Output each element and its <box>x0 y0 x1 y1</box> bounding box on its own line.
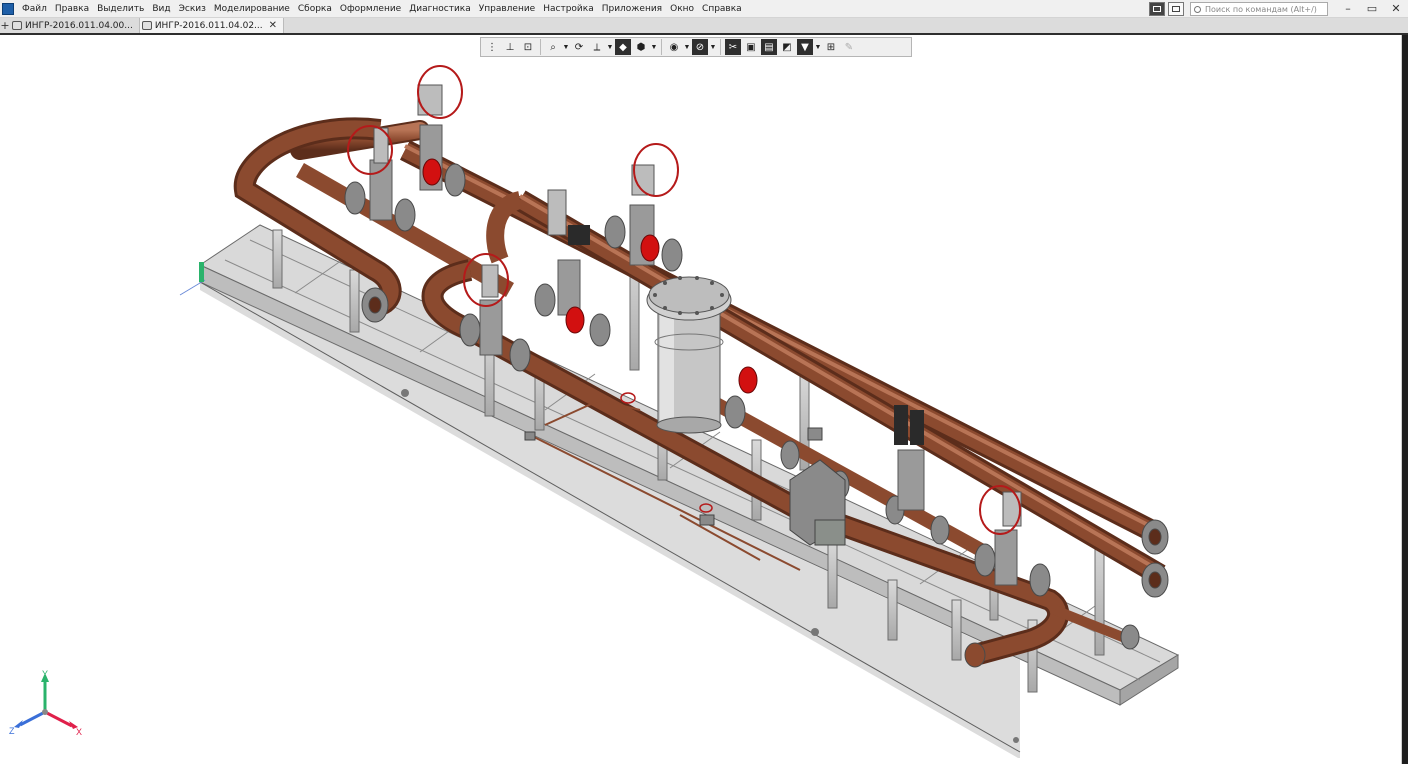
menu-design[interactable]: Оформление <box>336 0 405 18</box>
menu-diagnostics[interactable]: Диагностика <box>405 0 475 18</box>
menu-bar: Файл Правка Выделить Вид Эскиз Моделиров… <box>0 0 1408 18</box>
maximize-button[interactable]: ▭ <box>1360 0 1384 18</box>
menu-settings[interactable]: Настройка <box>539 0 598 18</box>
close-tab-icon[interactable]: ✕ <box>269 20 277 31</box>
render-icon[interactable]: ◩ <box>779 39 795 55</box>
menu-file[interactable]: Файл <box>18 0 51 18</box>
rotate-icon[interactable]: ⟳ <box>571 39 587 55</box>
axis-z-label: Z <box>9 726 15 736</box>
screenshot-icon[interactable] <box>1168 2 1184 16</box>
command-search-placeholder: Поиск по командам (Alt+/) <box>1205 4 1317 14</box>
visibility-icon[interactable]: ◉ <box>666 39 682 55</box>
menu-apps[interactable]: Приложения <box>598 0 666 18</box>
assembly-doc-icon <box>141 21 152 30</box>
toolbar-separator <box>661 39 662 55</box>
new-tab-icon[interactable]: + <box>0 18 10 33</box>
toolbar-separator <box>540 39 541 55</box>
view-toolbar: ⋮ ⊥ ⊡ ⌕ ▼ ⟳ ⟂ ▼ ◆ ⬢ ▼ ◉ ▼ ⊘ ▼ ✂ ▣ ▤ ◩ ▼ … <box>480 37 912 57</box>
grip-icon[interactable]: ⋮ <box>484 39 500 55</box>
axis-triad: Y X Z <box>9 669 82 737</box>
minimize-button[interactable]: – <box>1336 0 1360 18</box>
app-logo-icon[interactable] <box>2 2 14 15</box>
tab-label: ИНГР-2016.011.04.02... <box>154 20 263 31</box>
menu-sketch[interactable]: Эскиз <box>175 0 210 18</box>
model-viewport[interactable]: Y X Z <box>0 60 1400 764</box>
layout-toggle-icon[interactable] <box>1149 2 1165 16</box>
menu-select[interactable]: Выделить <box>93 0 148 18</box>
assembly-doc-icon <box>12 21 22 30</box>
filter-icon[interactable]: ▼ <box>797 39 813 55</box>
zoom-dropdown-icon[interactable]: ▼ <box>562 44 570 51</box>
display-dropdown-icon[interactable]: ▼ <box>650 44 658 51</box>
menu-modeling[interactable]: Моделирование <box>210 0 294 18</box>
menu-assembly[interactable]: Сборка <box>294 0 336 18</box>
normal-to-icon[interactable]: ⊡ <box>520 39 536 55</box>
toolbar-separator <box>720 39 721 55</box>
orientation-dropdown-icon[interactable]: ▼ <box>606 44 614 51</box>
view-orientation-icon[interactable]: ⊥ <box>502 39 518 55</box>
close-window-button[interactable]: ✕ <box>1384 0 1408 18</box>
document-tab-bar: + ИНГР-2016.011.04.00... ИНГР-2016.011.0… <box>0 18 1408 35</box>
search-icon <box>1194 5 1201 13</box>
tab-document-1[interactable]: ИНГР-2016.011.04.00... <box>10 18 140 33</box>
visibility-dropdown-icon[interactable]: ▼ <box>683 44 691 51</box>
menu-view[interactable]: Вид <box>148 0 174 18</box>
right-panel-edge <box>1402 35 1408 764</box>
command-search-input[interactable]: Поиск по командам (Alt+/) <box>1190 2 1328 16</box>
menu-edit[interactable]: Правка <box>51 0 93 18</box>
tab-label: ИНГР-2016.011.04.00... <box>25 20 133 31</box>
filter-vessel[interactable] <box>646 276 732 434</box>
orientation-icon[interactable]: ⟂ <box>589 39 605 55</box>
menu-right-area: Поиск по командам (Alt+/) – ▭ ✕ <box>1146 0 1408 18</box>
axis-x-label: X <box>76 727 82 737</box>
menu-help[interactable]: Справка <box>698 0 746 18</box>
shaded-edges-icon[interactable]: ◆ <box>615 39 631 55</box>
hide-dropdown-icon[interactable]: ▼ <box>709 44 717 51</box>
shaded-icon[interactable]: ⬢ <box>633 39 649 55</box>
hide-objects-icon[interactable]: ⊘ <box>692 39 708 55</box>
perspective-icon[interactable]: ▣ <box>743 39 759 55</box>
tab-document-2[interactable]: ИНГР-2016.011.04.02... ✕ <box>139 18 285 33</box>
appearance-icon[interactable]: ✎ <box>841 39 857 55</box>
filter-dropdown-icon[interactable]: ▼ <box>814 44 822 51</box>
measure-icon[interactable]: ⊞ <box>823 39 839 55</box>
axis-y-label: Y <box>42 669 48 679</box>
menu-manage[interactable]: Управление <box>475 0 539 18</box>
zoom-icon[interactable]: ⌕ <box>545 39 561 55</box>
section-icon[interactable]: ✂ <box>725 39 741 55</box>
menu-window[interactable]: Окно <box>666 0 698 18</box>
layers-icon[interactable]: ▤ <box>761 39 777 55</box>
